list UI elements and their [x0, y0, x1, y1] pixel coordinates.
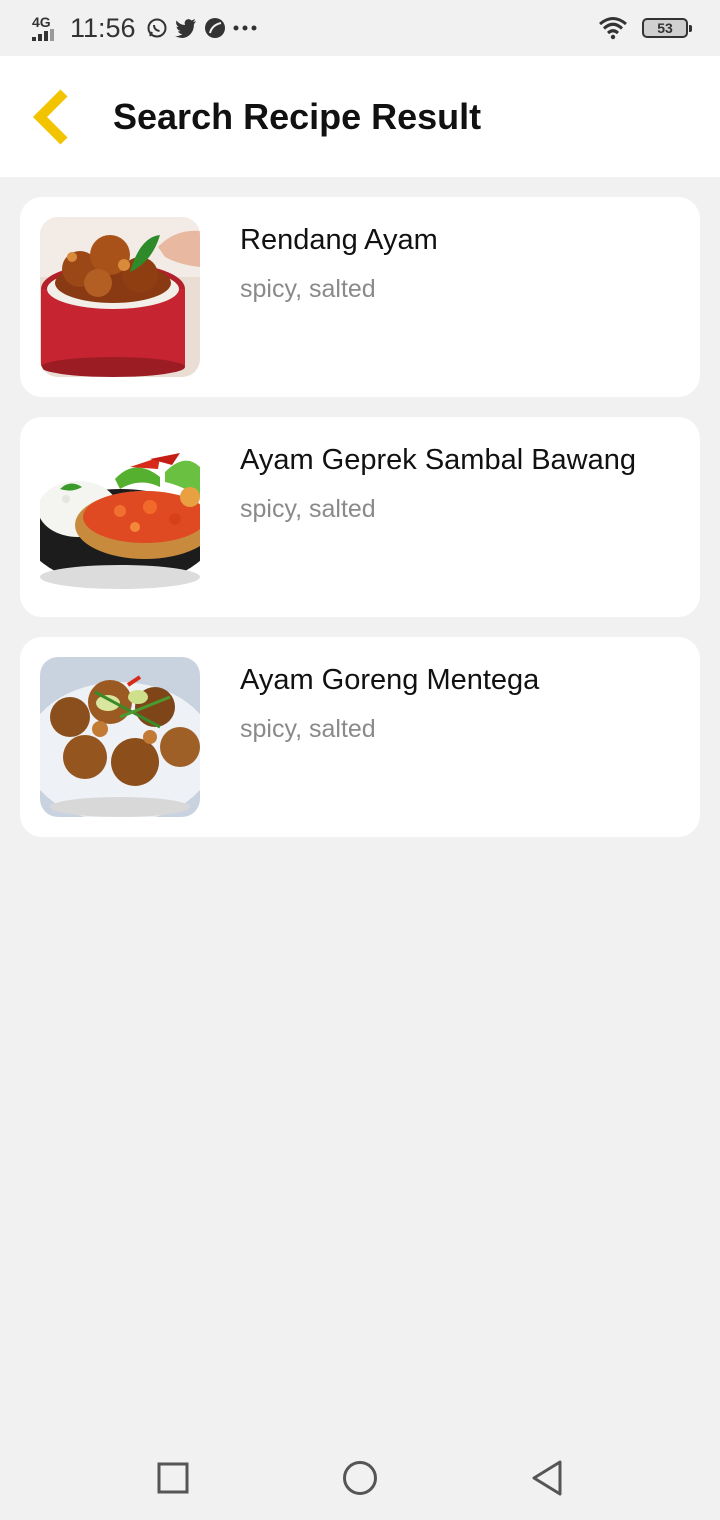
- recipe-image: [40, 437, 200, 597]
- recipe-card-rendang-ayam[interactable]: Rendang Ayam spicy, salted: [20, 197, 700, 397]
- recipe-name: Ayam Geprek Sambal Bawang: [240, 444, 637, 476]
- recipe-card-ayam-goreng-mentega[interactable]: Ayam Goreng Mentega spicy, salted: [20, 637, 700, 837]
- status-bar: 4G 11:56 53: [0, 0, 720, 56]
- recipe-image: [40, 657, 200, 817]
- recipe-info: Ayam Geprek Sambal Bawang spicy, salted: [240, 437, 636, 597]
- home-icon: [342, 1461, 377, 1495]
- recipe-tags: spicy, salted: [240, 275, 376, 303]
- recipe-tags: spicy, salted: [240, 715, 376, 743]
- battery-icon: 53: [642, 18, 692, 38]
- recipe-info: Rendang Ayam spicy, salted: [240, 217, 438, 377]
- clock: 11:56: [70, 12, 136, 43]
- system-back-button[interactable]: [507, 1438, 587, 1518]
- notification-icons: [146, 17, 258, 39]
- wifi-icon: [599, 17, 627, 40]
- recipe-name: Ayam Goreng Mentega: [240, 664, 540, 696]
- network-type: 4G: [32, 14, 51, 30]
- system-nav-bar: [0, 1436, 720, 1520]
- home-button[interactable]: [320, 1438, 400, 1518]
- signal-icon: [32, 29, 54, 41]
- recipe-name: Rendang Ayam: [240, 224, 438, 256]
- recent-apps-icon: [157, 1462, 189, 1494]
- recipe-list: Rendang Ayam spicy, salted Ayam Geprek S…: [20, 197, 700, 857]
- network-indicator: 4G: [32, 15, 62, 41]
- page-title: Search Recipe Result: [113, 95, 482, 137]
- recipe-tags: spicy, salted: [240, 495, 376, 523]
- whatsapp-icon: [147, 18, 167, 38]
- twitter-icon: [174, 19, 196, 38]
- chevron-left-icon: [32, 88, 68, 145]
- recent-apps-button[interactable]: [133, 1438, 213, 1518]
- status-right: 53: [598, 16, 692, 40]
- back-button[interactable]: [0, 56, 100, 177]
- recipe-info: Ayam Goreng Mentega spicy, salted: [240, 657, 539, 817]
- recipe-card-ayam-geprek-sambal-bawang[interactable]: Ayam Geprek Sambal Bawang spicy, salted: [20, 417, 700, 617]
- app-leaf-icon: [204, 18, 225, 38]
- battery-level: 53: [657, 20, 673, 36]
- screen: 4G 11:56 53 Search Recipe Result Rendang…: [0, 0, 720, 1520]
- back-icon: [532, 1460, 562, 1496]
- more-dots-icon: [233, 25, 257, 31]
- app-bar: Search Recipe Result: [0, 56, 720, 177]
- recipe-image: [40, 217, 200, 377]
